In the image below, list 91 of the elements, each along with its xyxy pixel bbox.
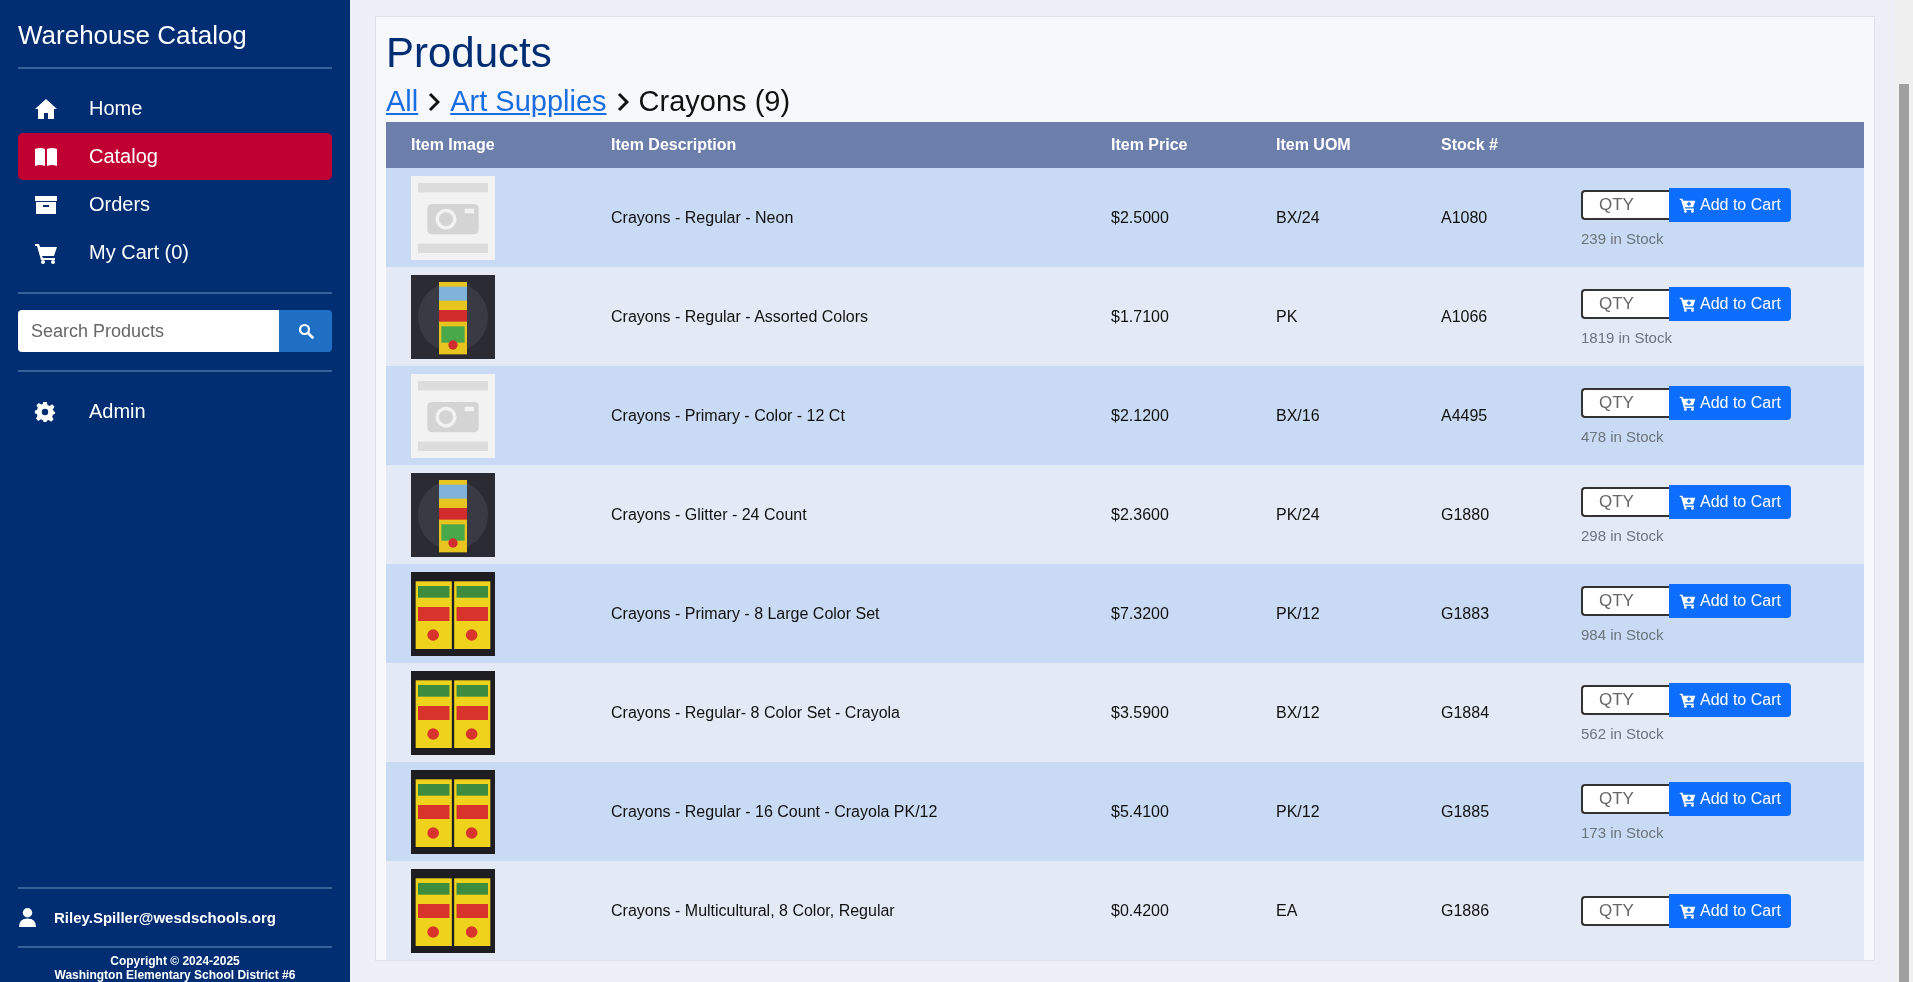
table-cell: $2.1200 [1111, 406, 1169, 424]
settings-icon [34, 400, 56, 423]
copyright-text: Copyright © 2024-2025 [109, 954, 241, 968]
table-cell: G1885 [1441, 802, 1490, 820]
nav-item[interactable]: Home [18, 85, 332, 132]
table-cell: PK/24 [1276, 505, 1320, 523]
breadcrumb-link[interactable]: All [386, 85, 419, 118]
stock-count: 239 in Stock [1581, 230, 1665, 247]
table-cell: BX/24 [1276, 208, 1320, 226]
book-icon [34, 145, 58, 168]
chevron-icon [428, 91, 441, 112]
quantity-field[interactable]: QTY [1581, 586, 1669, 616]
cart-icon [34, 241, 58, 264]
quantity-field[interactable]: QTY [1581, 685, 1669, 715]
nav-item[interactable]: Orders [18, 181, 332, 228]
table-cell: PK [1276, 307, 1298, 325]
nav-item[interactable]: Admin [18, 388, 332, 435]
search-icon [297, 323, 314, 339]
table-cell: $2.3600 [1111, 505, 1169, 523]
app-title: Warehouse Catalog [18, 19, 248, 52]
quantity-field[interactable]: QTY [1581, 388, 1669, 418]
cart-plus-icon [1679, 902, 1696, 919]
table-cell: Crayons - Regular - Assorted Colors [611, 307, 868, 325]
table-cell: $5.4100 [1111, 802, 1169, 820]
table-cell: G1880 [1441, 505, 1490, 523]
column-header: Item UOM [1276, 136, 1351, 153]
table-cell: Crayons - Multicultural, 8 Color, Regular [611, 901, 895, 919]
table-cell: $7.3200 [1111, 604, 1169, 622]
table-cell: PK/12 [1276, 604, 1320, 622]
add-to-cart-button[interactable]: Add to Cart [1669, 386, 1791, 420]
table-cell: EA [1276, 901, 1298, 919]
add-to-cart-button[interactable]: Add to Cart [1669, 485, 1791, 519]
table-cell: Crayons - Primary - 8 Large Color Set [611, 604, 880, 622]
nav-item[interactable]: Catalog [18, 133, 332, 180]
table-cell: Crayons - Glitter - 24 Count [611, 505, 807, 523]
table-cell: G1884 [1441, 703, 1490, 721]
archive-box-icon [34, 193, 58, 216]
add-to-cart-button[interactable]: Add to Cart [1669, 782, 1791, 816]
table-cell: BX/16 [1276, 406, 1320, 424]
search-button[interactable] [279, 310, 332, 352]
column-header: Stock # [1441, 136, 1498, 153]
table-cell: Crayons - Regular - Neon [611, 208, 794, 226]
stock-count: 562 in Stock [1581, 725, 1665, 742]
add-to-cart-button[interactable]: Add to Cart [1669, 683, 1791, 717]
table-cell: A1080 [1441, 208, 1488, 226]
table-cell: Crayons - Primary - Color - 12 Ct [611, 406, 845, 424]
stock-count: 298 in Stock [1581, 527, 1665, 544]
table-cell: $0.4200 [1111, 901, 1169, 919]
stock-count: 984 in Stock [1581, 626, 1665, 643]
stock-count: 478 in Stock [1581, 428, 1665, 445]
page-title: Products [386, 28, 553, 78]
quantity-field[interactable]: QTY [1581, 487, 1669, 517]
table-cell: PK/12 [1276, 802, 1320, 820]
chevron-icon [616, 91, 629, 112]
user-email: Riley.Spiller@wesdschools.org [54, 909, 276, 926]
table-cell: Crayons - Regular- 8 Color Set - Crayola [611, 703, 900, 721]
quantity-field[interactable]: QTY [1581, 190, 1669, 220]
table-cell: $1.7100 [1111, 307, 1169, 325]
quantity-field[interactable]: QTY [1581, 784, 1669, 814]
cart-plus-icon [1679, 692, 1696, 708]
table-cell: BX/12 [1276, 703, 1320, 721]
table-cell: G1886 [1441, 901, 1490, 919]
stock-count: 173 in Stock [1581, 824, 1665, 841]
add-to-cart-button[interactable]: Add to Cart [1669, 584, 1791, 618]
cart-plus-icon [1679, 593, 1696, 609]
copyright-text: Washington Elementary School District #6 [53, 968, 297, 982]
cart-plus-icon [1679, 197, 1696, 213]
nav-item[interactable]: My Cart (0) [18, 229, 332, 276]
add-to-cart-button[interactable]: Add to Cart [1669, 893, 1791, 928]
add-to-cart-button[interactable]: Add to Cart [1669, 188, 1791, 222]
column-header: Item Description [611, 136, 737, 153]
breadcrumb-link[interactable]: Art Supplies [450, 85, 607, 118]
table-cell: $2.5000 [1111, 208, 1169, 226]
cart-plus-icon [1679, 296, 1696, 312]
table-cell: A1066 [1441, 307, 1488, 325]
table-cell: $3.5900 [1111, 703, 1169, 721]
user-icon [18, 907, 37, 928]
stock-count: 1819 in Stock [1581, 329, 1673, 346]
quantity-field[interactable]: QTY [1581, 289, 1669, 319]
home-icon [34, 97, 58, 120]
cart-plus-icon [1679, 395, 1696, 411]
column-header: Item Image [411, 136, 495, 153]
table-cell: A4495 [1441, 406, 1488, 424]
cart-plus-icon [1679, 494, 1696, 510]
breadcrumb-current: Crayons (9) [638, 85, 791, 118]
table-cell: Crayons - Regular - 16 Count - Crayola PK/12 [611, 802, 938, 820]
cart-plus-icon [1679, 791, 1696, 807]
column-header: Item Price [1111, 136, 1188, 153]
table-cell: G1883 [1441, 604, 1490, 622]
quantity-field[interactable]: QTY [1581, 895, 1669, 926]
add-to-cart-button[interactable]: Add to Cart [1669, 287, 1791, 321]
